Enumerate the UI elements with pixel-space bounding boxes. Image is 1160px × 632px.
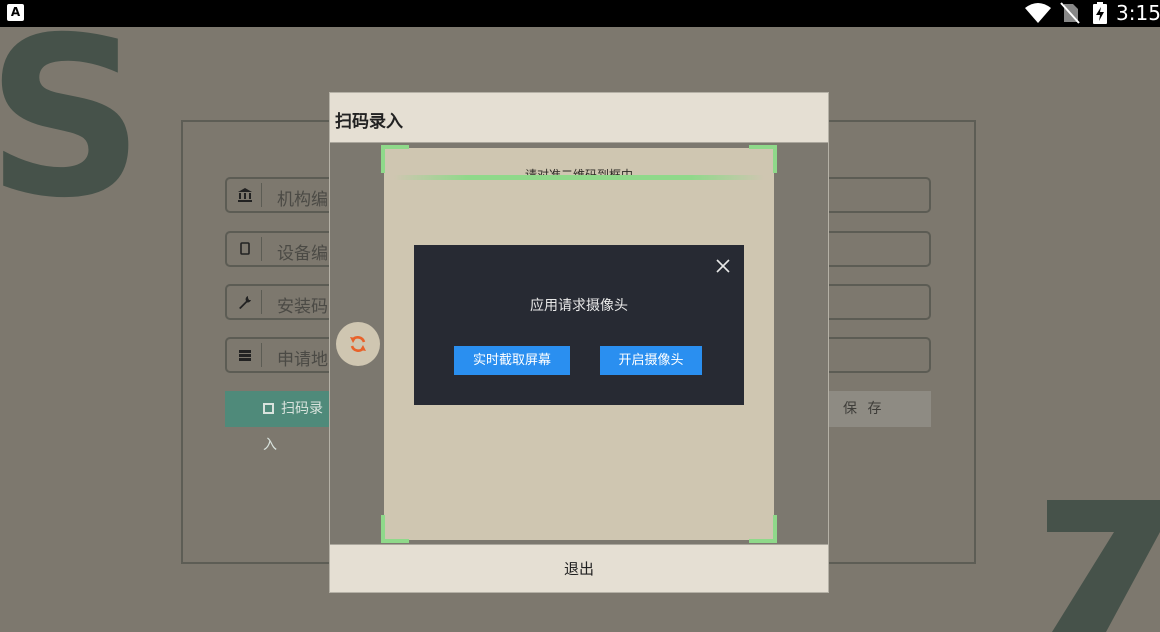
tablet-icon: [237, 241, 253, 257]
background-shape-decoration: [1047, 500, 1160, 632]
apply-address-placeholder: 申请地: [277, 350, 328, 370]
scan-line: [394, 175, 764, 180]
qrcode-icon: [263, 403, 274, 414]
scan-corner-marker: [749, 515, 777, 543]
wifi-icon: [1025, 3, 1051, 23]
save-button[interactable]: 保 存: [822, 391, 931, 427]
status-time: 3:15: [1116, 1, 1160, 25]
refresh-icon: [350, 336, 366, 352]
exit-button[interactable]: 退出: [330, 544, 828, 592]
switch-camera-button[interactable]: [336, 322, 380, 366]
server-icon: [237, 347, 253, 363]
wrench-icon: [237, 294, 253, 310]
scan-entry-button[interactable]: 扫码录入: [225, 391, 335, 453]
field-separator: [261, 343, 262, 367]
camera-request-popup: 应用请求摄像头 实时截取屏幕 开启摄像头: [414, 245, 744, 405]
background-letter-decoration: S: [0, 0, 145, 246]
scan-dialog-title: 扫码录入: [335, 112, 403, 132]
bank-icon: [237, 187, 253, 203]
field-separator: [261, 290, 262, 314]
device-code-placeholder: 设备编: [277, 244, 328, 264]
screen-capture-button[interactable]: 实时截取屏幕: [454, 346, 570, 375]
install-code-placeholder: 安装码: [277, 297, 328, 317]
camera-request-message: 应用请求摄像头: [530, 298, 628, 314]
field-separator: [261, 183, 262, 207]
org-code-placeholder: 机构编: [277, 190, 328, 210]
battery-charging-icon: [1093, 2, 1107, 24]
status-bar: A 3:15: [0, 0, 1160, 27]
close-icon[interactable]: [714, 257, 732, 275]
field-separator: [261, 237, 262, 261]
open-camera-button[interactable]: 开启摄像头: [600, 346, 702, 375]
scan-dialog-header: 扫码录入: [330, 93, 828, 143]
no-sim-icon: [1060, 2, 1080, 24]
scan-corner-marker: [381, 515, 409, 543]
